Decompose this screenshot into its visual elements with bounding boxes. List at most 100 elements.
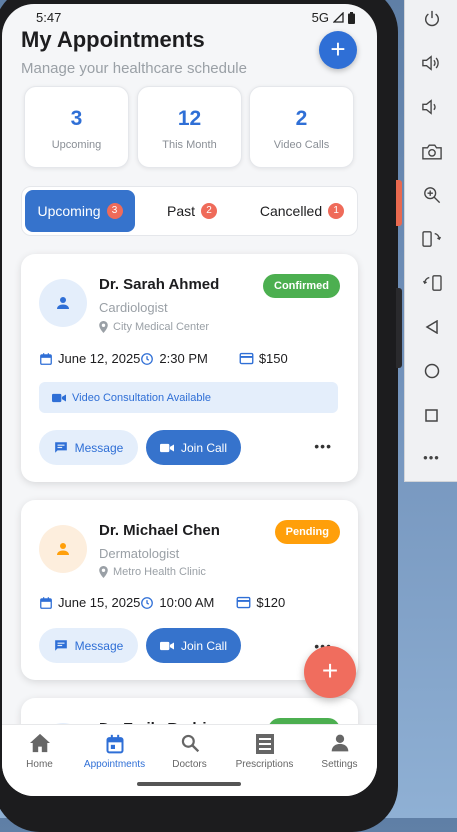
calendar-icon bbox=[40, 352, 52, 365]
appointment-card[interactable]: Dr. Michael Chen Dermatologist Metro Hea… bbox=[21, 500, 358, 680]
search-icon bbox=[181, 734, 199, 753]
message-button[interactable]: Message bbox=[39, 628, 138, 663]
rotate-left-icon bbox=[421, 231, 441, 247]
power-icon bbox=[424, 10, 439, 27]
doctor-specialty: Dermatologist bbox=[99, 546, 180, 561]
camera-icon bbox=[421, 143, 442, 159]
zoom-button[interactable] bbox=[405, 183, 457, 207]
nav-label: Appointments bbox=[83, 759, 146, 770]
overview-square-icon bbox=[425, 408, 438, 422]
page-title: My Appointments bbox=[21, 27, 205, 52]
fee-item: $150 bbox=[239, 351, 288, 366]
stat-value: 12 bbox=[177, 107, 202, 130]
nav-item-home[interactable]: Home bbox=[2, 733, 77, 770]
home-indicator[interactable] bbox=[137, 782, 241, 786]
app-screen: 5:47 5G My Appointments Manage your heal… bbox=[2, 4, 377, 796]
more-options-button[interactable]: ••• bbox=[314, 438, 332, 454]
stat-label: Upcoming bbox=[51, 139, 102, 151]
location-pin-icon bbox=[99, 566, 108, 578]
status-badge: Pending bbox=[274, 520, 340, 544]
nav-item-settings[interactable]: Settings bbox=[302, 733, 377, 770]
location-label: Metro Health Clinic bbox=[113, 566, 206, 578]
appointment-fee: $120 bbox=[256, 595, 286, 610]
home-circle-icon bbox=[424, 363, 439, 379]
add-appointment-button[interactable]: + bbox=[319, 31, 357, 69]
emulator-toolbar: ••• bbox=[404, 0, 457, 482]
appointment-date: June 15, 2025 bbox=[58, 595, 141, 610]
video-icon bbox=[159, 443, 174, 452]
new-appointment-fab[interactable]: + bbox=[304, 646, 356, 698]
nav-label: Settings bbox=[321, 759, 358, 770]
phone-side-button bbox=[396, 180, 402, 226]
calendar-icon bbox=[40, 596, 52, 609]
status-badge: Confirmed bbox=[263, 274, 340, 298]
time-item: 2:30 PM bbox=[140, 351, 208, 366]
back-button[interactable] bbox=[405, 315, 457, 339]
join-call-button[interactable]: Join Call bbox=[146, 430, 241, 465]
rotate-left-button[interactable] bbox=[405, 227, 457, 251]
nav-item-prescriptions[interactable]: Prescriptions bbox=[227, 733, 302, 770]
screenshot-button[interactable] bbox=[405, 139, 457, 163]
calendar-icon bbox=[106, 734, 123, 754]
time-item: 10:00 AM bbox=[140, 595, 214, 610]
person-icon bbox=[57, 297, 69, 309]
power-button[interactable] bbox=[405, 7, 457, 31]
appointment-date: June 12, 2025 bbox=[58, 351, 141, 366]
network-label: 5G bbox=[311, 10, 329, 25]
nav-item-doctors[interactable]: Doctors bbox=[152, 733, 227, 770]
stat-card-upcoming: 3 Upcoming bbox=[24, 86, 129, 168]
join-call-label: Join Call bbox=[180, 440, 228, 455]
message-label: Message bbox=[74, 638, 124, 653]
location-pin-icon bbox=[99, 321, 108, 333]
join-call-button[interactable]: Join Call bbox=[146, 628, 241, 663]
home-button[interactable] bbox=[405, 359, 457, 383]
count-badge: 1 bbox=[328, 203, 345, 219]
more-button[interactable]: ••• bbox=[405, 445, 457, 469]
zoom-in-icon bbox=[423, 187, 440, 204]
phone-volume-button bbox=[396, 288, 402, 368]
stat-value: 3 bbox=[70, 107, 83, 130]
home-icon bbox=[29, 733, 50, 753]
nav-label: Home bbox=[26, 759, 53, 770]
volume-up-icon bbox=[421, 55, 439, 71]
avatar bbox=[39, 279, 87, 327]
rotate-right-icon bbox=[422, 275, 442, 291]
nav-label: Doctors bbox=[172, 759, 207, 770]
message-icon bbox=[54, 442, 67, 453]
status-bar: 5:47 5G bbox=[2, 8, 377, 28]
location-label: City Medical Center bbox=[113, 321, 209, 333]
count-badge: 3 bbox=[106, 203, 123, 219]
message-button[interactable]: Message bbox=[39, 430, 138, 465]
volume-up-button[interactable] bbox=[405, 51, 457, 75]
tab-upcoming[interactable]: Upcoming 3 bbox=[25, 190, 135, 232]
card-icon bbox=[236, 596, 251, 609]
person-icon bbox=[57, 543, 69, 555]
video-note: Video Consultation Available bbox=[72, 391, 212, 404]
stat-card-this-month: 12 This Month bbox=[137, 86, 242, 168]
doctor-name: Dr. Sarah Ahmed bbox=[99, 276, 220, 293]
battery-icon bbox=[348, 11, 355, 24]
stat-label: Video Calls bbox=[273, 139, 330, 151]
tab-cancelled[interactable]: Cancelled 1 bbox=[247, 190, 357, 232]
rotate-right-button[interactable] bbox=[405, 271, 457, 295]
appointment-fee: $150 bbox=[258, 351, 288, 366]
doctor-name: Dr. Michael Chen bbox=[99, 522, 220, 539]
date-item: June 12, 2025 bbox=[39, 351, 140, 366]
tab-label: Upcoming bbox=[37, 203, 101, 219]
tab-past[interactable]: Past 2 bbox=[137, 190, 247, 232]
appointment-details: June 12, 2025 2:30 PM $150 bbox=[39, 351, 288, 366]
video-icon bbox=[159, 641, 174, 650]
clinic-location: City Medical Center bbox=[99, 321, 209, 333]
appointment-card[interactable]: Dr. Sarah Ahmed Cardiologist City Medica… bbox=[21, 254, 358, 482]
overview-button[interactable] bbox=[405, 403, 457, 427]
fee-item: $120 bbox=[236, 595, 285, 610]
back-triangle-icon bbox=[425, 320, 438, 334]
nav-item-appointments[interactable]: Appointments bbox=[77, 733, 152, 770]
page-subtitle: Manage your healthcare schedule bbox=[21, 60, 247, 77]
volume-down-button[interactable] bbox=[405, 95, 457, 119]
nav-label: Prescriptions bbox=[235, 759, 294, 770]
appointment-details: June 15, 2025 10:00 AM $120 bbox=[39, 595, 285, 610]
clock-icon bbox=[141, 352, 154, 365]
signal-icon bbox=[333, 12, 344, 23]
avatar bbox=[39, 525, 87, 573]
